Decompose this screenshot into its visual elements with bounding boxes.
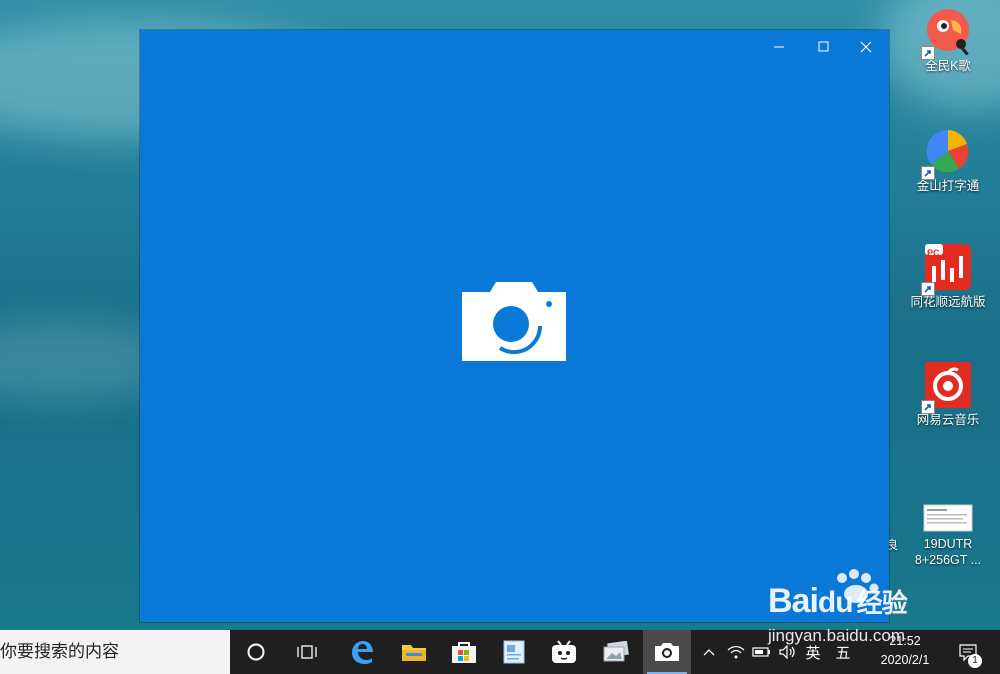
desktop-icon-netease-music[interactable]: 网易云音乐 (907, 360, 989, 428)
wifi-button[interactable] (724, 630, 748, 674)
cortana-button[interactable] (232, 630, 280, 674)
task-view-icon (297, 645, 317, 659)
shortcut-arrow-icon (921, 282, 935, 296)
desktop-icon-label: 全民K歌 (925, 59, 971, 73)
tonghuashun-stock-icon: PC (921, 242, 973, 296)
desktop-icon-quanmin-k-song[interactable]: 全民K歌 (907, 6, 989, 74)
notification-count-badge: 1 (968, 654, 982, 668)
notepad-button[interactable] (490, 630, 538, 674)
bilibili-icon (552, 640, 576, 663)
show-hidden-icons-button[interactable] (698, 630, 720, 674)
pc-badge: PC (927, 248, 940, 258)
action-center-button[interactable]: 1 (954, 630, 982, 674)
desktop-icon-label: 同花顺远航版 (910, 295, 986, 309)
kingsoft-typing-pinwheel-icon (921, 126, 973, 180)
clock-date: 2020/2/1 (880, 653, 930, 667)
bilibili-button[interactable] (540, 630, 588, 674)
volume-icon (779, 645, 795, 659)
search-placeholder: 你要搜索的内容 (0, 642, 119, 661)
notepad-icon (503, 640, 525, 664)
store-icon (452, 642, 476, 663)
close-icon (860, 41, 872, 53)
minimize-icon (774, 46, 784, 48)
taskbar: 你要搜索的内容 英 五 21:52 2020/2/1 1 (0, 630, 1000, 674)
close-button[interactable] (849, 36, 883, 58)
desktop-icon-kingsoft-typing[interactable]: 金山打字通 (907, 126, 989, 194)
shortcut-arrow-icon (921, 46, 935, 60)
desktop-icon-label-line2: 8+256GT ... (914, 553, 982, 567)
ime-language-button[interactable]: 英 (802, 630, 824, 674)
minimize-button[interactable] (762, 36, 796, 58)
battery-icon (752, 647, 770, 657)
clock-time: 21:52 (889, 634, 921, 648)
camera-icon (460, 282, 568, 362)
wifi-icon (727, 645, 745, 659)
cortana-icon (247, 643, 265, 661)
desktop-icon-label: 金山打字通 (916, 179, 980, 193)
camera-taskbar-button[interactable] (643, 630, 691, 674)
store-button[interactable] (440, 630, 488, 674)
clock-button[interactable]: 21:52 2020/2/1 (866, 632, 944, 670)
desktop-icon-document[interactable]: 19DUTR 8+256GT ... (907, 504, 989, 568)
desktop-icon-label: 网易云音乐 (916, 413, 980, 427)
edge-button[interactable] (338, 630, 386, 674)
desktop-icon-tonghuashun[interactable]: PC 同花顺远航版 (907, 242, 989, 310)
photos-icon (603, 641, 629, 662)
edge-icon (352, 641, 373, 664)
chevron-up-icon (703, 649, 715, 656)
taskbar-search-box[interactable]: 你要搜索的内容 (0, 630, 230, 674)
file-explorer-icon (402, 645, 426, 661)
battery-button[interactable] (750, 630, 774, 674)
ime-mode-button[interactable]: 五 (832, 630, 854, 674)
photos-button[interactable] (592, 630, 640, 674)
shortcut-arrow-icon (921, 400, 935, 414)
shortcut-arrow-icon (921, 166, 935, 180)
karaoke-parrot-icon (921, 6, 973, 60)
file-explorer-button[interactable] (390, 630, 438, 674)
document-thumbnail-icon (923, 504, 973, 534)
camera-app-window[interactable] (140, 30, 889, 622)
netease-cloud-music-icon (921, 360, 973, 414)
camera-icon (655, 643, 679, 661)
maximize-button[interactable] (806, 36, 840, 58)
task-view-button[interactable] (284, 630, 332, 674)
volume-button[interactable] (776, 630, 800, 674)
desktop-icon-label-line1: 19DUTR (923, 537, 973, 551)
maximize-icon (818, 41, 829, 52)
